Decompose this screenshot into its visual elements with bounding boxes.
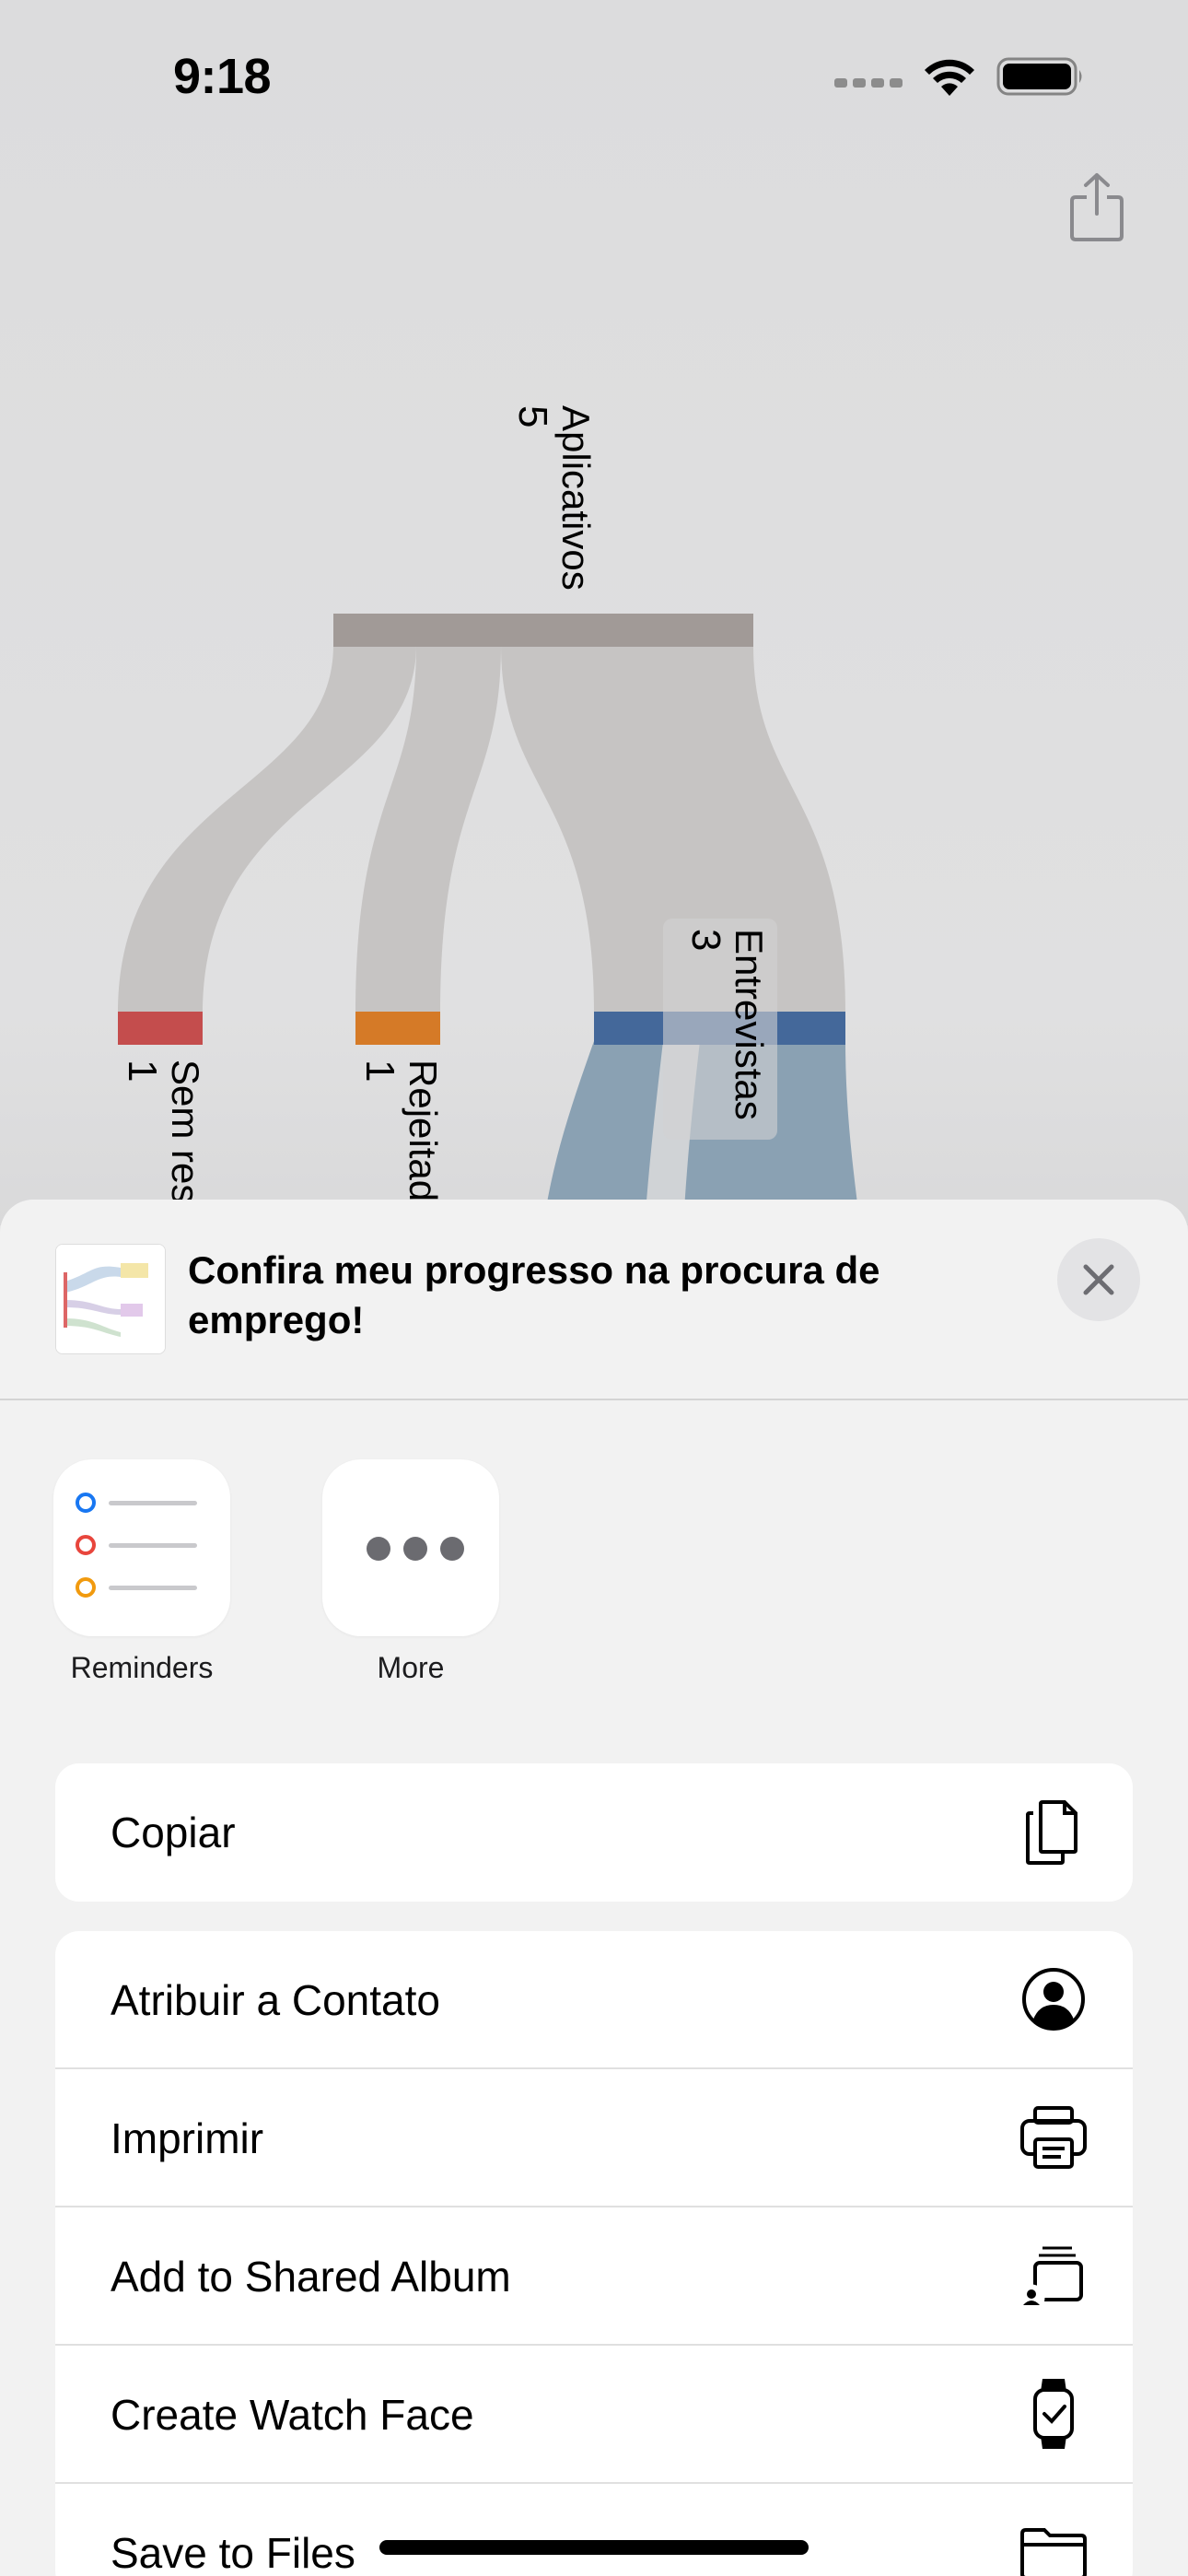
share-title: Confira meu progresso na procura de empr… xyxy=(188,1248,880,1341)
actions-group-secondary: Atribuir a Contato Imprimir Add to Share… xyxy=(55,1931,1133,2576)
home-indicator[interactable] xyxy=(379,2540,809,2555)
reminders-icon xyxy=(53,1459,230,1636)
more-icon xyxy=(322,1459,499,1636)
share-sheet-header: Confira meu progresso na procura de empr… xyxy=(0,1200,1188,1400)
action-label: Atribuir a Contato xyxy=(111,1976,440,2024)
node-sem-resposta xyxy=(118,1012,203,1045)
node-label-aplicativos: Aplicativos 5 xyxy=(509,405,598,591)
background-app: 9:18 Aplicativos 5 Sem resposta 1 Rejeit… xyxy=(0,0,1188,1298)
action-label: Save to Files xyxy=(111,2529,355,2576)
node-label-entrevistas: Entrevistas 3 xyxy=(682,929,771,1120)
action-label: Create Watch Face xyxy=(111,2391,474,2439)
action-label: Copiar xyxy=(111,1809,236,1856)
node-label-rejeitado: Rejeitado 1 xyxy=(356,1060,445,1224)
node-rejeitado xyxy=(355,1012,440,1045)
close-icon xyxy=(1083,1264,1114,1295)
sankey-chart xyxy=(118,614,860,1225)
preview-thumbnail xyxy=(55,1244,166,1354)
action-imprimir[interactable]: Imprimir xyxy=(55,2069,1133,2207)
action-add-shared-album[interactable]: Add to Shared Album xyxy=(55,2207,1133,2346)
app-label-reminders: Reminders xyxy=(70,1651,214,1684)
app-reminders[interactable]: Reminders xyxy=(53,1459,230,1685)
actions-group-primary: Copiar xyxy=(55,1763,1133,1902)
action-copiar[interactable]: Copiar xyxy=(55,1763,1133,1902)
action-create-watch-face[interactable]: Create Watch Face xyxy=(55,2346,1133,2484)
copy-icon xyxy=(1026,1800,1077,1865)
shared-album-icon xyxy=(1018,2246,1083,2312)
action-label: Imprimir xyxy=(111,2114,264,2162)
contact-icon xyxy=(1022,1968,1085,2031)
app-more[interactable]: More xyxy=(322,1459,499,1685)
printer-icon xyxy=(1020,2106,1087,2169)
close-button[interactable] xyxy=(1057,1238,1140,1321)
app-label-more: More xyxy=(377,1651,445,1684)
action-save-to-files[interactable]: Save to Files xyxy=(55,2484,1133,2576)
share-apps-row: Reminders More xyxy=(0,1459,1188,1684)
folder-icon xyxy=(1020,2528,1087,2576)
watch-icon xyxy=(1033,2379,1074,2449)
node-aplicativos xyxy=(333,614,753,647)
action-atribuir-contato[interactable]: Atribuir a Contato xyxy=(55,1931,1133,2069)
share-sheet: Confira meu progresso na procura de empr… xyxy=(0,1200,1188,2576)
action-label: Add to Shared Album xyxy=(111,2253,511,2301)
